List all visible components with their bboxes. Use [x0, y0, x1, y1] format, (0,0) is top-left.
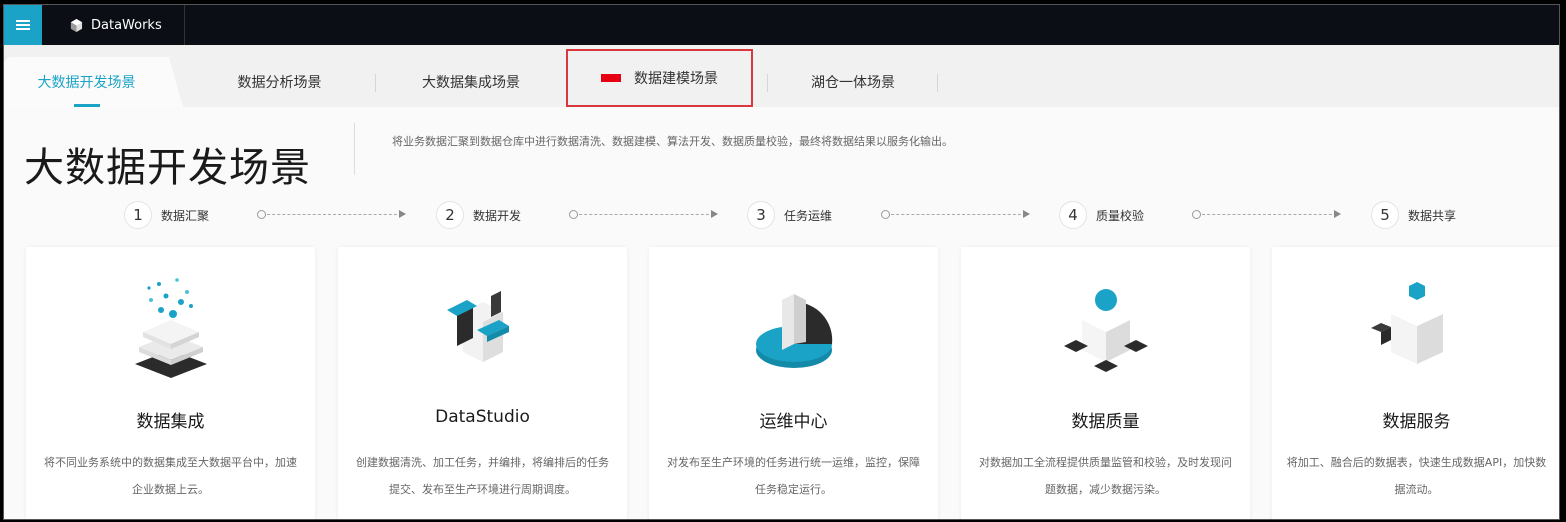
step-arrow-icon	[569, 210, 718, 219]
step-4: 4 质量校验	[1059, 201, 1144, 229]
step-5: 5 数据共享	[1371, 201, 1456, 229]
card-title: 数据集成	[136, 412, 205, 432]
step-label: 质量校验	[1096, 208, 1145, 223]
flag-icon	[601, 74, 621, 82]
step-1: 1 数据汇聚	[124, 201, 209, 229]
card-description: 将加工、融合后的数据表，快速生成数据API，加快数据流动。	[1286, 456, 1547, 496]
tab-label: 湖仓一体场景	[811, 75, 895, 91]
card-title: DataStudio	[435, 407, 530, 427]
step-number: 4	[1059, 201, 1087, 229]
step-label: 数据共享	[1408, 208, 1457, 223]
tab-data-analysis[interactable]: 数据分析场景	[183, 57, 376, 107]
tab-label: 大数据集成场景	[422, 75, 520, 91]
card-title: 数据服务	[1382, 412, 1451, 432]
divider	[354, 123, 355, 175]
card-data-service[interactable]: 数据服务 将加工、融合后的数据表，快速生成数据API，加快数据流动。	[1272, 247, 1559, 519]
datastudio-icon	[446, 291, 509, 362]
tab-label: 数据分析场景	[237, 75, 322, 91]
dataworks-logo-icon	[70, 18, 83, 32]
step-arrow-icon	[881, 210, 1030, 219]
step-number: 2	[436, 201, 464, 229]
step-3: 3 任务运维	[747, 201, 832, 229]
data-integration-icon	[134, 278, 207, 378]
card-description: 将不同业务系统中的数据集成至大数据平台中，加速企业数据上云。	[44, 456, 297, 496]
operation-center-icon	[755, 294, 832, 368]
card-title: 数据质量	[1071, 412, 1140, 432]
tab-label: 大数据开发场景	[37, 75, 136, 91]
top-bar: DataWorks	[4, 5, 1559, 45]
page-title: 大数据开发场景	[24, 145, 311, 191]
step-label: 任务运维	[784, 208, 833, 223]
step-arrow-icon	[257, 210, 406, 219]
card-title: 运维中心	[759, 412, 828, 432]
tab-data-integration[interactable]: 大数据集成场景	[376, 57, 566, 107]
main-content: 大数据开发场景 将业务数据汇聚到数据仓库中进行数据清洗、数据建模、算法开发、数据…	[4, 107, 1559, 519]
tab-label: 数据建模场景	[634, 71, 718, 87]
menu-button[interactable]	[4, 5, 42, 45]
data-service-icon	[1370, 282, 1443, 364]
card-datastudio[interactable]: DataStudio 创建数据清洗、加工任务，并编排，将编排后的任务提交、发布至…	[338, 247, 627, 519]
brand-name: DataWorks	[91, 17, 162, 33]
step-number: 1	[124, 201, 152, 229]
card-data-quality[interactable]: 数据质量 对数据加工全流程提供质量监管和校验，及时发现问题数据，减少数据污染。	[961, 247, 1250, 519]
card-operation-center[interactable]: 运维中心 对发布至生产环境的任务进行统一运维，监控，保障任务稳定运行。	[649, 247, 938, 519]
step-number: 3	[747, 201, 775, 229]
tab-big-data-dev[interactable]: 大数据开发场景	[4, 57, 169, 107]
tab-lakehouse[interactable]: 湖仓一体场景	[768, 57, 938, 107]
hamburger-icon	[16, 18, 30, 32]
brand[interactable]: DataWorks	[42, 5, 185, 45]
scenario-tabs: 大数据开发场景 数据分析场景 大数据集成场景 数据建模场景 湖仓一体场景	[4, 45, 1559, 107]
card-description: 对发布至生产环境的任务进行统一运维，监控，保障任务稳定运行。	[667, 456, 920, 496]
card-data-integration[interactable]: 数据集成 将不同业务系统中的数据集成至大数据平台中，加速企业数据上云。	[26, 247, 315, 519]
step-number: 5	[1371, 201, 1399, 229]
step-label: 数据开发	[473, 208, 522, 223]
step-label: 数据汇聚	[161, 208, 210, 223]
card-description: 创建数据清洗、加工任务，并编排，将编排后的任务提交、发布至生产环境进行周期调度。	[356, 456, 609, 496]
page-description: 将业务数据汇聚到数据仓库中进行数据清洗、数据建模、算法开发、数据质量校验，最终将…	[392, 135, 953, 148]
tab-data-modeling[interactable]: 数据建模场景	[566, 49, 753, 107]
data-quality-icon	[1063, 289, 1148, 372]
step-2: 2 数据开发	[436, 201, 521, 229]
step-arrow-icon	[1192, 210, 1341, 219]
card-description: 对数据加工全流程提供质量监管和校验，及时发现问题数据，减少数据污染。	[979, 456, 1232, 496]
app-window: DataWorks 大数据开发场景 数据分析场景 大数据集成场景 数据建模场景 …	[3, 4, 1560, 520]
